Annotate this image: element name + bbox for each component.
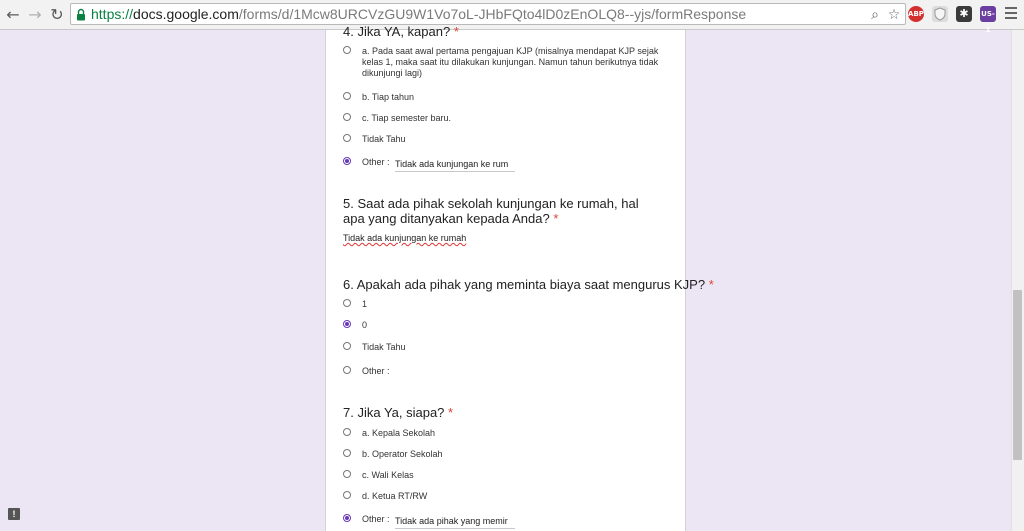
search-icon[interactable]: ⌕ <box>867 7 883 23</box>
option-label: Other : <box>362 157 390 167</box>
radio-button-checked[interactable] <box>343 320 351 328</box>
other-text-input[interactable]: Tidak ada kunjungan ke rum <box>395 159 515 172</box>
required-marker: * <box>708 277 714 292</box>
question-7-text: 7. Jika Ya, siapa? <box>343 405 445 420</box>
option-label: Tidak Tahu <box>362 134 406 144</box>
puzzle-extension-icon[interactable]: ✱ <box>956 6 972 22</box>
question-5-text: 5. Saat ada pihak sekolah kunjungan ke r… <box>343 196 639 226</box>
radio-button[interactable] <box>343 134 351 142</box>
option-label: 0 <box>362 320 368 330</box>
radio-button[interactable] <box>343 299 351 307</box>
menu-icon[interactable] <box>1005 7 1017 21</box>
url-host: docs.google.com <box>133 6 239 22</box>
radio-button[interactable] <box>343 46 351 54</box>
shield-extension-icon[interactable] <box>932 6 948 22</box>
browser-toolbar: ← → ↻ https://docs.google.com/forms/d/1M… <box>0 0 1024 34</box>
radio-button-checked[interactable] <box>343 514 351 522</box>
option-label: c. Tiap semester baru. <box>362 113 452 123</box>
question-4-title: 4. Jika YA, kapan? * <box>343 24 459 39</box>
url-scheme: https:// <box>91 6 134 22</box>
q5-answer-text[interactable]: Tidak ada kunjungan ke rumah <box>343 233 466 243</box>
other-text-input[interactable]: Tidak ada pihak yang memir <box>395 516 515 529</box>
scrollbar-thumb[interactable] <box>1013 290 1022 460</box>
lock-icon <box>77 8 85 21</box>
address-bar[interactable]: https://docs.google.com/forms/d/1Mcw8URC… <box>70 3 906 25</box>
radio-button[interactable] <box>343 113 351 121</box>
option-label: c. Wali Kelas <box>362 470 414 480</box>
question-5-title: 5. Saat ada pihak sekolah kunjungan ke r… <box>343 196 663 226</box>
question-4-text: 4. Jika YA, kapan? <box>343 24 451 39</box>
question-6-text: 6. Apakah ada pihak yang meminta biaya s… <box>343 277 706 292</box>
radio-button[interactable] <box>343 491 351 499</box>
required-marker: * <box>448 405 454 420</box>
radio-button-checked[interactable] <box>343 157 351 165</box>
radio-button[interactable] <box>343 428 351 436</box>
radio-button[interactable] <box>343 470 351 478</box>
back-arrow-icon[interactable]: ← <box>4 6 22 24</box>
option-label: 1 <box>362 299 368 309</box>
radio-button[interactable] <box>343 92 351 100</box>
option-label: d. Ketua RT/RW <box>362 491 428 501</box>
url-path: /forms/d/1Mcw8URCVzGU9W1Vo7oL-JHbFQto4lD… <box>238 6 747 22</box>
feedback-icon[interactable]: ! <box>8 508 20 520</box>
radio-button[interactable] <box>343 366 351 374</box>
required-marker: * <box>453 24 459 39</box>
option-label: b. Operator Sekolah <box>362 449 443 459</box>
forward-arrow-icon[interactable]: → <box>26 6 44 24</box>
required-marker: * <box>553 211 559 226</box>
question-6-title: 6. Apakah ada pihak yang meminta biaya s… <box>343 277 714 292</box>
adblock-icon[interactable]: ABP <box>908 6 924 22</box>
url-text: https://docs.google.com/forms/d/1Mcw8URC… <box>91 6 746 23</box>
radio-button[interactable] <box>343 342 351 350</box>
answer-value: Tidak ada kunjungan ke rumah <box>343 233 467 243</box>
radio-button[interactable] <box>343 449 351 457</box>
reload-icon[interactable]: ↻ <box>48 6 66 24</box>
option-label: b. Tiap tahun <box>362 92 415 102</box>
option-label: Other : <box>362 514 390 524</box>
option-label: Other : <box>362 366 390 376</box>
us-extension-icon[interactable]: US-1 <box>980 6 996 34</box>
bookmark-star-icon[interactable]: ☆ <box>886 7 902 23</box>
question-7-title: 7. Jika Ya, siapa? * <box>343 405 453 420</box>
option-label: Tidak Tahu <box>362 342 406 352</box>
option-label: a. Pada saat awal pertama pengajuan KJP … <box>362 46 659 78</box>
option-label: a. Kepala Sekolah <box>362 428 436 438</box>
